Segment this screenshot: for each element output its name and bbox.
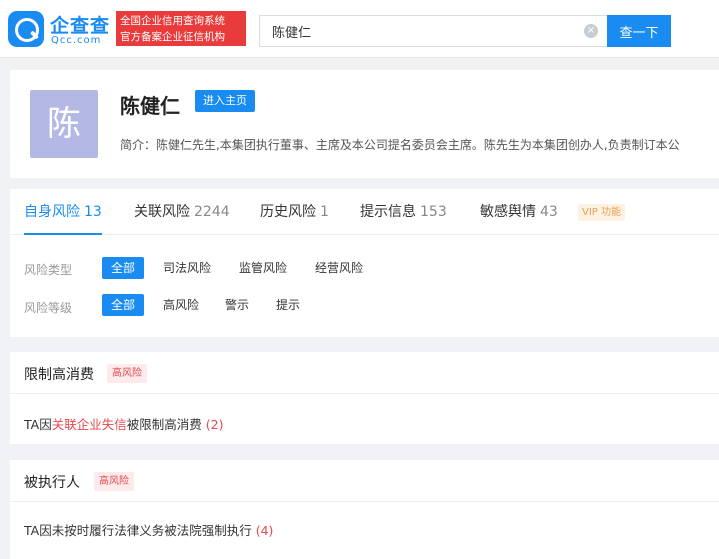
clear-icon[interactable]: × <box>584 24 598 38</box>
slogan-line-1: 全国企业信用查询系统 <box>120 15 225 27</box>
section-title: 限制高消费 <box>24 367 94 383</box>
person-intro: 简介：陈健仁先生,本集团执行董事、主席及本公司提名委员会主席。陈先生为本集团创办… <box>120 138 680 152</box>
avatar: 陈 <box>30 90 98 158</box>
risk-level-all[interactable]: 全部 <box>102 294 145 316</box>
tab-count: 43 <box>540 204 558 220</box>
section-consumption-restriction: 限制高消费 高风险 TA因关联企业失信被限制高消费 (2) <box>10 352 719 444</box>
section-head: 被执行人 高风险 <box>10 460 719 502</box>
risk-type-operation[interactable]: 经营风险 <box>306 257 372 279</box>
section-enforced-person: 被执行人 高风险 TA因未按时履行法律义务被法院强制执行 (4) <box>10 460 719 559</box>
logo-cn-text: 企查查 <box>50 15 111 37</box>
section-head: 限制高消费 高风险 <box>10 352 719 394</box>
tab-label: 关联风险 <box>134 204 190 220</box>
tab-count: 2244 <box>194 204 230 220</box>
enter-homepage-button[interactable]: 进入主页 <box>195 90 255 112</box>
risk-type-label: 风险类型 <box>24 263 73 277</box>
qcc-logo[interactable]: 企查查 Qcc.com <box>8 10 113 50</box>
risk-item-line[interactable]: TA因关联企业失信被限制高消费 (2) <box>24 414 223 433</box>
tab-label: 历史风险 <box>260 204 316 220</box>
tab-label: 提示信息 <box>360 204 416 220</box>
tab-label: 自身风险 <box>24 204 80 220</box>
tab-label: 敏感舆情 <box>480 204 536 220</box>
risk-level-label: 风险等级 <box>24 301 73 315</box>
tab-self-risk[interactable]: 自身风险 13 <box>24 189 102 235</box>
high-risk-badge: 高风险 <box>107 364 147 383</box>
line-suffix: 被限制高消费 <box>126 417 202 432</box>
tab-history-risk[interactable]: 历史风险 1 <box>260 189 329 235</box>
search-button[interactable]: 查一下 <box>607 15 671 47</box>
related-company-link[interactable]: 关联企业失信 <box>52 417 127 432</box>
risk-count: (2) <box>205 417 224 432</box>
risk-count: (4) <box>255 523 274 538</box>
risk-type-judicial[interactable]: 司法风险 <box>154 257 220 279</box>
tab-count: 13 <box>84 204 102 220</box>
risk-type-regulatory[interactable]: 监管风险 <box>230 257 296 279</box>
person-name: 陈健仁 <box>120 94 180 118</box>
line-prefix: TA因未按时履行法律义务被法院强制执行 <box>24 523 252 538</box>
high-risk-badge: 高风险 <box>94 472 134 491</box>
slogan-badge: 全国企业信用查询系统 官方备案企业征信机构 <box>116 11 246 46</box>
top-header: 企查查 Qcc.com 全国企业信用查询系统 官方备案企业征信机构 × 查一下 <box>0 0 719 58</box>
risk-level-hint[interactable]: 提示 <box>267 294 309 316</box>
tab-count: 153 <box>420 204 447 220</box>
tab-notice-info[interactable]: 提示信息 153 <box>360 189 447 235</box>
person-profile-card: 陈 陈健仁 进入主页 简介：陈健仁先生,本集团执行董事、主席及本公司提名委员会主… <box>10 70 719 178</box>
risk-level-warning[interactable]: 警示 <box>216 294 258 316</box>
risk-tabs: 自身风险 13 关联风险 2244 历史风险 1 提示信息 153 敏感舆情 43 VIP… <box>10 189 719 235</box>
vip-badge: VIP 功能 <box>578 204 625 221</box>
logo-en-text: Qcc.com <box>51 35 102 46</box>
slogan-line-2: 官方备案企业征信机构 <box>120 31 225 43</box>
risk-type-all[interactable]: 全部 <box>102 257 145 279</box>
tab-related-risk[interactable]: 关联风险 2244 <box>134 189 230 235</box>
tab-count: 1 <box>320 204 329 220</box>
section-title: 被执行人 <box>24 475 80 491</box>
risk-item-line[interactable]: TA因未按时履行法律义务被法院强制执行 (4) <box>24 520 273 539</box>
magnifier-logo-icon <box>8 11 44 47</box>
risk-panel: 自身风险 13 关联风险 2244 历史风险 1 提示信息 153 敏感舆情 43 VIP… <box>10 189 719 337</box>
line-prefix: TA因 <box>24 417 52 432</box>
risk-level-high[interactable]: 高风险 <box>154 294 208 316</box>
search-box: × <box>259 15 607 47</box>
search-input[interactable] <box>260 16 580 46</box>
tab-sensitive-news[interactable]: 敏感舆情 43 <box>480 189 558 235</box>
